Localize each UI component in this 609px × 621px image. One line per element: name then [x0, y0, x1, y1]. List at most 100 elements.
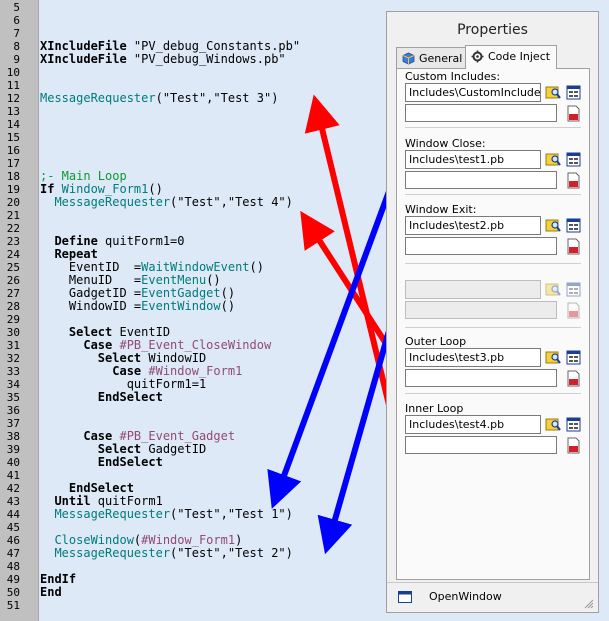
open-editor-icon[interactable]	[565, 349, 582, 366]
tab-general[interactable]: General	[396, 47, 466, 68]
tab-general-label: General	[419, 52, 463, 65]
code-token: Select	[40, 325, 113, 339]
line-number: 13	[6, 105, 20, 118]
line-number: 9	[13, 53, 20, 66]
line-number: 39	[6, 443, 20, 456]
browse-file-icon[interactable]	[545, 217, 562, 234]
window-close-code-field[interactable]	[405, 171, 557, 189]
code-token: "PV_debug_Windows.pb"	[126, 52, 286, 66]
code-token: Case	[40, 338, 113, 352]
code-file-icon[interactable]	[565, 370, 582, 387]
code-token: ("Test","Test 3")	[155, 91, 279, 105]
cube-icon	[402, 52, 415, 65]
code-token: GadgetID =	[40, 286, 142, 300]
line-number: 30	[6, 326, 20, 339]
code-file-icon[interactable]	[565, 105, 582, 122]
code-token: ("Test","Test 1")	[170, 507, 293, 521]
line-number: 5	[13, 1, 20, 14]
tab-code-inject[interactable]: Code Inject	[465, 45, 557, 69]
code-line[interactable]: XIncludeFile "PV_debug_Windows.pb"	[40, 53, 286, 66]
code-token: WindowID =	[40, 299, 142, 313]
divider	[405, 263, 581, 264]
line-number: 51	[6, 599, 20, 612]
custom-includes-code-field[interactable]	[405, 104, 557, 122]
code-file-icon[interactable]	[565, 172, 582, 189]
code-token: Case	[40, 429, 113, 443]
code-token: EventMenu	[141, 273, 207, 287]
code-token: MessageRequester	[40, 546, 171, 560]
code-token: EndSelect	[40, 455, 163, 469]
line-number: 27	[6, 287, 20, 300]
resize-grip-icon[interactable]	[584, 599, 594, 609]
line-number: 37	[6, 417, 20, 430]
disabled-code-field	[405, 301, 557, 319]
line-number: 48	[6, 560, 20, 573]
browse-file-icon[interactable]	[545, 416, 562, 433]
line-number: 22	[6, 222, 20, 235]
code-token: ()	[220, 299, 236, 313]
line-number: 29	[6, 313, 20, 326]
tab-code-inject-label: Code Inject	[488, 50, 551, 63]
browse-file-icon	[545, 281, 562, 298]
code-token: EndSelect	[40, 481, 134, 495]
custom-includes-label: Custom Includes:	[405, 70, 501, 83]
line-number: 32	[6, 352, 20, 365]
code-token: ()	[220, 286, 236, 300]
window-close-label: Window Close:	[405, 137, 486, 150]
divider	[405, 393, 581, 394]
line-number: 31	[6, 339, 20, 352]
window-exit-code-field[interactable]	[405, 237, 557, 255]
code-file-icon[interactable]	[565, 437, 582, 454]
code-token: MessageRequester	[40, 195, 171, 209]
custom-includes-field[interactable]: Includes\CustomIncludes	[405, 83, 541, 102]
open-editor-icon[interactable]	[565, 151, 582, 168]
open-editor-icon[interactable]	[565, 84, 582, 101]
outer-loop-code-field[interactable]	[405, 369, 557, 387]
line-number: 33	[6, 365, 20, 378]
code-token: GadgetID	[141, 442, 207, 456]
browse-file-icon[interactable]	[545, 349, 562, 366]
code-token: #PB_Event_Gadget	[112, 429, 236, 443]
code-line[interactable]: End	[40, 586, 62, 599]
code-token: ;- Main Loop	[40, 169, 127, 183]
code-token: EventWindow	[141, 299, 221, 313]
window-exit-field[interactable]: Includes\test2.pb	[405, 216, 541, 235]
line-number: 26	[6, 274, 20, 287]
code-file-icon[interactable]	[565, 238, 582, 255]
line-number: 23	[6, 235, 20, 248]
outer-loop-field[interactable]: Includes\test3.pb	[405, 348, 541, 367]
line-number: 46	[6, 534, 20, 547]
code-line[interactable]: EndSelect	[40, 391, 163, 404]
code-token: EventGadget	[141, 286, 221, 300]
code-line[interactable]: MessageRequester("Test","Test 2")	[40, 546, 292, 560]
window-close-field[interactable]: Includes\test1.pb	[405, 150, 541, 169]
browse-file-icon[interactable]	[545, 84, 562, 101]
inner-loop-field[interactable]: Includes\test4.pb	[405, 415, 541, 434]
inner-loop-code-field[interactable]	[405, 436, 557, 454]
code-token: MessageRequester	[40, 507, 171, 521]
open-editor-icon[interactable]	[565, 416, 582, 433]
properties-panel: Properties General Code Inject Custom In…	[386, 11, 599, 613]
code-token: Define	[40, 234, 98, 248]
code-line[interactable]: MessageRequester("Test","Test 1")	[40, 507, 293, 521]
line-number: 20	[6, 196, 20, 209]
status-text: OpenWindow	[429, 590, 502, 603]
inner-loop-label: Inner Loop	[405, 402, 464, 415]
line-number: 12	[6, 92, 20, 105]
code-token: "PV_debug_Constants.pb"	[126, 39, 301, 53]
code-line[interactable]: MessageRequester("Test","Test 4")	[40, 195, 292, 209]
line-number: 7	[13, 27, 20, 40]
code-token: WindowID	[141, 351, 207, 365]
line-number: 19	[6, 183, 20, 196]
open-editor-icon[interactable]	[565, 217, 582, 234]
code-line[interactable]: EndSelect	[40, 456, 163, 469]
code-line[interactable]: MessageRequester("Test","Test 3")	[40, 92, 278, 105]
code-token: Until	[40, 494, 91, 508]
gear-icon	[471, 50, 484, 63]
code-line[interactable]: WindowID =EventWindow()	[40, 300, 235, 313]
code-token: EventID	[112, 325, 171, 339]
line-number: 28	[6, 300, 20, 313]
browse-file-icon[interactable]	[545, 151, 562, 168]
code-token: XIncludeFile	[40, 52, 127, 66]
line-number: 17	[6, 157, 20, 170]
